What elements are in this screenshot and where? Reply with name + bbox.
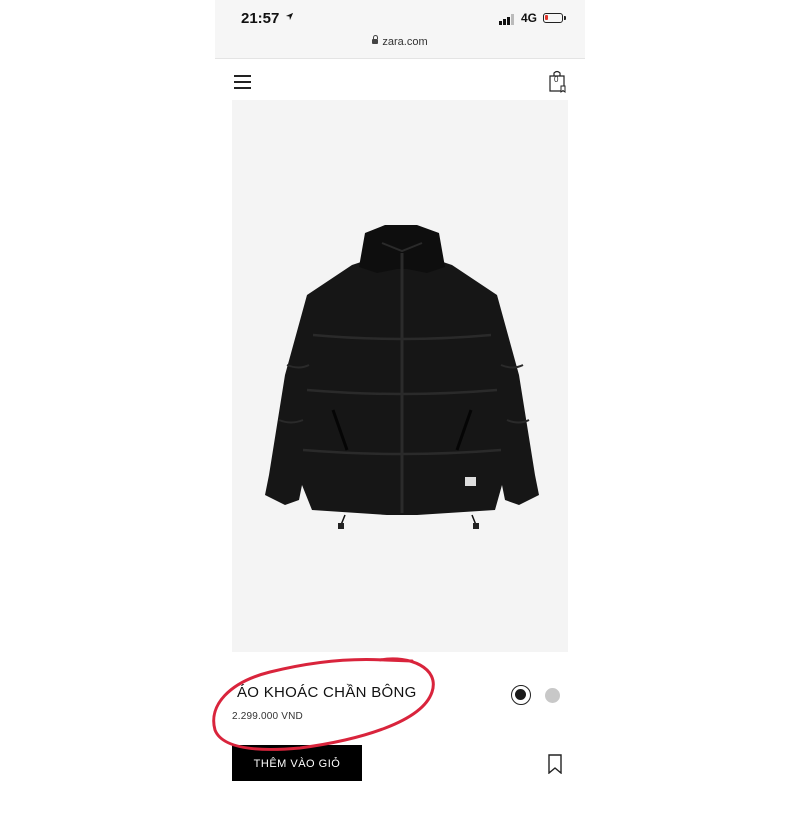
browser-status-bar: 21:57 4G zara.com — [215, 0, 585, 59]
status-time: 21:57 — [241, 10, 280, 27]
location-arrow-icon — [285, 12, 294, 21]
product-price: 2.299.000 VND — [232, 711, 303, 722]
add-to-cart-button[interactable]: THÊM VÀO GIỎ HÀNG — [232, 745, 362, 806]
menu-icon[interactable] — [234, 75, 251, 89]
signal-icon — [499, 14, 516, 25]
site-header: 0 — [215, 59, 585, 101]
url-text: zara.com — [382, 36, 428, 48]
network-type: 4G — [521, 11, 538, 25]
product-name: ÁO KHOÁC CHẦN BÔNG — [237, 684, 417, 701]
bag-count: 0 — [554, 75, 559, 84]
product-image[interactable] — [232, 100, 568, 652]
bookmark-icon[interactable] — [547, 754, 563, 774]
url-bar[interactable]: zara.com — [215, 35, 585, 48]
phone-screen: 21:57 4G zara.com 0 ÁO KHOÁC CHẦN BÔNG 2… — [215, 0, 585, 806]
color-swatch-black[interactable] — [511, 685, 531, 705]
battery-icon — [543, 13, 566, 23]
color-swatch-grey[interactable] — [545, 688, 560, 703]
lock-icon — [372, 35, 379, 44]
jacket-image — [265, 225, 539, 529]
